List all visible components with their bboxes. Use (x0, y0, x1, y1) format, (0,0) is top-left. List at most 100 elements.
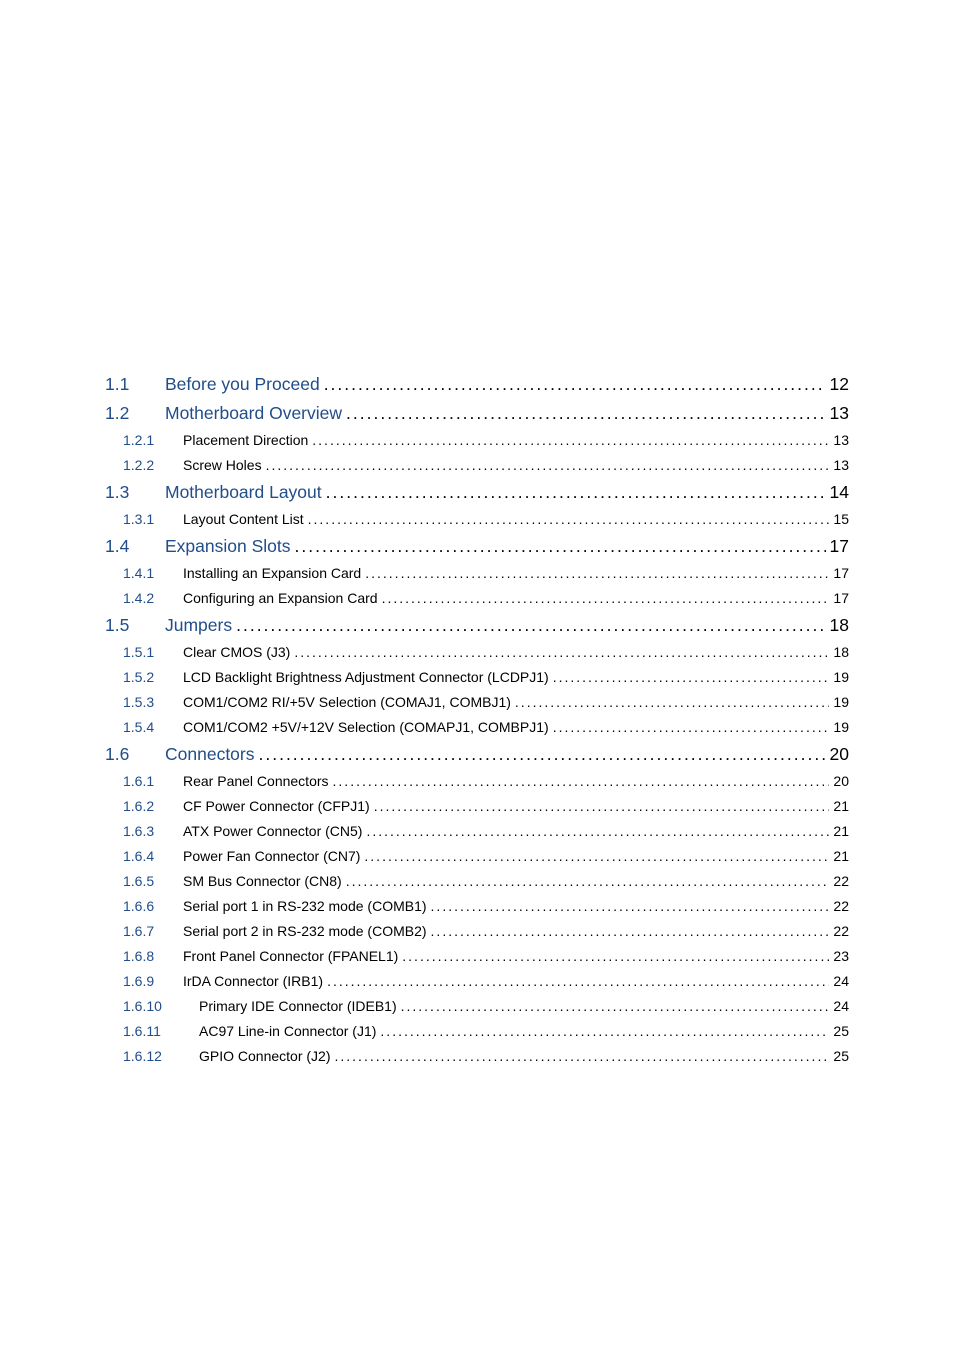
toc-entry[interactable]: 1.6.5 SM Bus Connector (CN8) 22 (105, 869, 849, 894)
toc-page-number: 25 (829, 1019, 849, 1044)
toc-page-number: 17 (829, 561, 849, 586)
toc-title: AC97 Line-in Connector (J1) (199, 1019, 380, 1044)
toc-leader (346, 869, 830, 894)
toc-number: 1.2.2 (123, 453, 183, 478)
toc-entry[interactable]: 1.5 Jumpers 18 (105, 611, 849, 639)
toc-leader (382, 586, 830, 611)
toc-title: Power Fan Connector (CN7) (183, 844, 364, 869)
toc-title: Front Panel Connector (FPANEL1) (183, 944, 402, 969)
toc-leader (380, 1019, 829, 1044)
toc-page-number: 21 (829, 794, 849, 819)
toc-entry[interactable]: 1.6.4 Power Fan Connector (CN7) 21 (105, 844, 849, 869)
toc-leader (553, 715, 830, 740)
toc-title: Before you Proceed (165, 370, 324, 398)
toc-page-number: 23 (829, 944, 849, 969)
toc-number: 1.2 (105, 399, 165, 427)
toc-title: GPIO Connector (J2) (199, 1044, 335, 1069)
toc-title: Motherboard Layout (165, 478, 326, 506)
toc-title: COM1/COM2 +5V/+12V Selection (COMAPJ1, C… (183, 715, 553, 740)
toc-leader (324, 370, 826, 398)
toc-page-number: 21 (829, 819, 849, 844)
toc-entry[interactable]: 1.6.3 ATX Power Connector (CN5) 21 (105, 819, 849, 844)
toc-leader (236, 611, 825, 639)
toc-title: Clear CMOS (J3) (183, 640, 294, 665)
toc-number: 1.4.2 (123, 586, 183, 611)
toc-page-number: 18 (829, 640, 849, 665)
toc-title: ATX Power Connector (CN5) (183, 819, 366, 844)
toc-page-number: 19 (829, 690, 849, 715)
toc-number: 1.6.3 (123, 819, 183, 844)
toc-entry[interactable]: 1.6.1 Rear Panel Connectors 20 (105, 769, 849, 794)
toc-leader (553, 665, 830, 690)
toc-title: Placement Direction (183, 428, 312, 453)
toc-number: 1.5.2 (123, 665, 183, 690)
toc-leader (402, 944, 829, 969)
toc-leader (294, 640, 829, 665)
toc-number: 1.1 (105, 370, 165, 398)
toc-leader (364, 844, 829, 869)
toc-entry[interactable]: 1.6 Connectors 20 (105, 740, 849, 768)
toc-entry[interactable]: 1.6.10 Primary IDE Connector (IDEB1) 24 (105, 994, 849, 1019)
toc-entry[interactable]: 1.6.9 IrDA Connector (IRB1) 24 (105, 969, 849, 994)
toc-page-number: 22 (829, 919, 849, 944)
toc-entry[interactable]: 1.6.11 AC97 Line-in Connector (J1) 25 (105, 1019, 849, 1044)
toc-entry[interactable]: 1.6.2 CF Power Connector (CFPJ1) 21 (105, 794, 849, 819)
toc-leader (401, 994, 830, 1019)
toc-entry[interactable]: 1.1 Before you Proceed 12 (105, 370, 849, 398)
toc-leader (259, 740, 826, 768)
toc-number: 1.6.6 (123, 894, 183, 919)
toc-entry[interactable]: 1.5.1 Clear CMOS (J3) 18 (105, 640, 849, 665)
toc-title: SM Bus Connector (CN8) (183, 869, 346, 894)
toc-leader (366, 819, 829, 844)
toc-entry[interactable]: 1.2 Motherboard Overview 13 (105, 399, 849, 427)
toc-page-number: 24 (829, 969, 849, 994)
toc-entry[interactable]: 1.3 Motherboard Layout 14 (105, 478, 849, 506)
toc-leader (326, 478, 826, 506)
toc-page-number: 21 (829, 844, 849, 869)
toc-page-number: 20 (826, 740, 849, 768)
toc-entry[interactable]: 1.5.3 COM1/COM2 RI/+5V Selection (COMAJ1… (105, 690, 849, 715)
toc-entry[interactable]: 1.6.8 Front Panel Connector (FPANEL1) 23 (105, 944, 849, 969)
toc-number: 1.5.3 (123, 690, 183, 715)
toc-title: Serial port 2 in RS-232 mode (COMB2) (183, 919, 431, 944)
toc-entry[interactable]: 1.6.6 Serial port 1 in RS-232 mode (COMB… (105, 894, 849, 919)
toc-entry[interactable]: 1.5.2 LCD Backlight Brightness Adjustmen… (105, 665, 849, 690)
toc-number: 1.5 (105, 611, 165, 639)
toc-entry[interactable]: 1.6.7 Serial port 2 in RS-232 mode (COMB… (105, 919, 849, 944)
toc-page-number: 13 (829, 428, 849, 453)
toc-number: 1.6 (105, 740, 165, 768)
toc-entry[interactable]: 1.3.1 Layout Content List 15 (105, 507, 849, 532)
toc-title: Serial port 1 in RS-232 mode (COMB1) (183, 894, 431, 919)
toc-title: Jumpers (165, 611, 236, 639)
toc-number: 1.5.4 (123, 715, 183, 740)
toc-entry[interactable]: 1.4 Expansion Slots 17 (105, 532, 849, 560)
toc-entry[interactable]: 1.4.1 Installing an Expansion Card 17 (105, 561, 849, 586)
toc-title: IrDA Connector (IRB1) (183, 969, 327, 994)
toc-number: 1.6.1 (123, 769, 183, 794)
toc-title: CF Power Connector (CFPJ1) (183, 794, 374, 819)
toc-leader (515, 690, 830, 715)
toc-page-number: 22 (829, 894, 849, 919)
toc-page-number: 19 (829, 665, 849, 690)
toc-leader (312, 428, 829, 453)
toc-page-number: 14 (826, 478, 849, 506)
toc-page: 1.1 Before you Proceed 12 1.2 Motherboar… (0, 0, 954, 1069)
toc-leader (431, 894, 830, 919)
toc-page-number: 20 (829, 769, 849, 794)
toc-entry[interactable]: 1.5.4 COM1/COM2 +5V/+12V Selection (COMA… (105, 715, 849, 740)
toc-title: Expansion Slots (165, 532, 295, 560)
toc-page-number: 18 (826, 611, 849, 639)
toc-entry[interactable]: 1.4.2 Configuring an Expansion Card 17 (105, 586, 849, 611)
toc-entry[interactable]: 1.2.1 Placement Direction 13 (105, 428, 849, 453)
toc-page-number: 19 (829, 715, 849, 740)
toc-title: Configuring an Expansion Card (183, 586, 382, 611)
toc-leader (266, 453, 830, 478)
toc-page-number: 13 (826, 399, 849, 427)
toc-entry[interactable]: 1.2.2 Screw Holes 13 (105, 453, 849, 478)
toc-number: 1.4.1 (123, 561, 183, 586)
toc-entry[interactable]: 1.6.12 GPIO Connector (J2) 25 (105, 1044, 849, 1069)
toc-title: Primary IDE Connector (IDEB1) (199, 994, 401, 1019)
toc-number: 1.5.1 (123, 640, 183, 665)
toc-number: 1.6.4 (123, 844, 183, 869)
toc-title: Installing an Expansion Card (183, 561, 365, 586)
